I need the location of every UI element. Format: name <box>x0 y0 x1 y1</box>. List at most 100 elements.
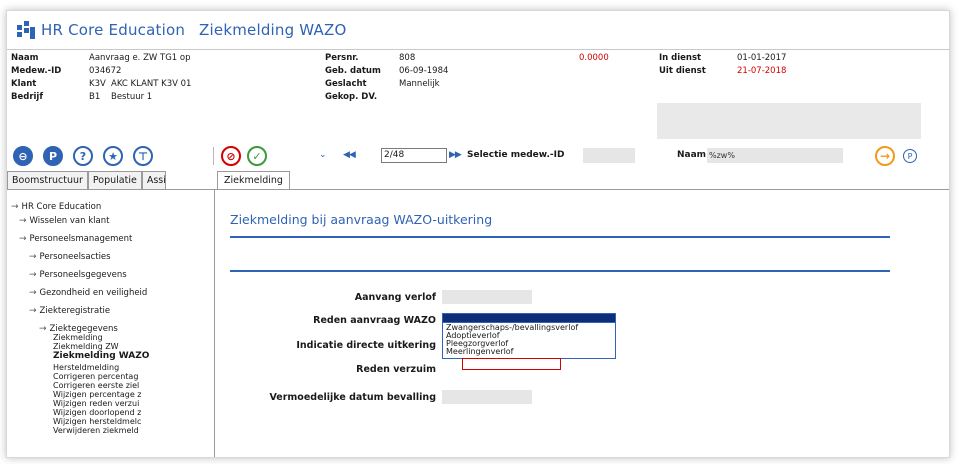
title-divider <box>7 49 949 50</box>
gebdatum-label: Geb. datum <box>325 66 381 76</box>
klant-value: AKC KLANT K3V 01 <box>111 79 192 89</box>
geslacht-label: Geslacht <box>325 79 367 89</box>
arrow-icon: → <box>19 216 27 226</box>
persnr-value: 808 <box>399 53 416 63</box>
tab-ziekmelding[interactable]: Ziekmelding <box>217 171 290 189</box>
tree-root-label: HR Core Education <box>21 202 102 212</box>
tree-leaf-active[interactable]: Ziekmelding WAZO <box>53 352 149 361</box>
app-window: HR Core Education Ziekmelding WAZO Naam A… <box>6 10 950 458</box>
arrow-icon: → <box>29 288 37 298</box>
tree-item-personeelsmanagement[interactable]: → Personeelsmanagement <box>19 234 132 244</box>
naam-filter-input[interactable]: %zw% <box>707 148 843 163</box>
bedrijf-code: B1 <box>89 92 101 102</box>
tree-item-label: Gezondheid en veiligheid <box>39 288 148 298</box>
tree-leaf[interactable]: Wijzigen reden verzui <box>53 399 139 408</box>
indienst-label: In dienst <box>659 53 702 63</box>
arrow-icon: → <box>29 270 37 280</box>
vermoedelijke-input[interactable] <box>442 390 532 404</box>
reden-verzuim-label: Reden verzuim <box>356 364 436 375</box>
header-info-panel <box>657 103 921 139</box>
tree-item-wisselen[interactable]: → Wisselen van klant <box>19 216 109 226</box>
next-record-icon[interactable]: ▶▶ <box>449 150 462 160</box>
arrow-icon: → <box>29 306 37 316</box>
form-title: Ziekmelding bij aanvraag WAZO-uitkering <box>230 212 493 227</box>
tree-root[interactable]: → HR Core Education <box>11 202 101 212</box>
highlight-meerlingenverlof <box>462 358 561 370</box>
tree-item-personeelsgegevens[interactable]: → Personeelsgegevens <box>29 270 127 280</box>
geslacht-value: Mannelijk <box>399 79 440 89</box>
employee-header: Naam Aanvraag e. ZW TG1 op Persnr. 808 0… <box>7 53 949 145</box>
tree-item-ziekteregistratie[interactable]: → Ziekteregistratie <box>29 306 110 316</box>
pin-icon[interactable]: P <box>43 146 63 166</box>
tree-leaf[interactable]: Hersteldmelding <box>53 363 119 372</box>
naam-filter-label: Naam <box>677 150 707 160</box>
tree-item-label: Ziekteregistratie <box>39 306 111 316</box>
medew-label: Medew.-ID <box>11 66 62 76</box>
pin-small-icon[interactable]: P <box>903 149 917 163</box>
arrow-icon: → <box>39 324 47 334</box>
back-icon[interactable]: ⊖ <box>13 146 33 166</box>
naam-value: Aanvraag e. ZW TG1 op <box>89 53 191 63</box>
left-tabs: Boomstructuur Populatie Assi <box>7 171 217 189</box>
indienst-value: 01-01-2017 <box>737 53 787 63</box>
tab-assi[interactable]: Assi <box>141 171 166 189</box>
bedrijf-label: Bedrijf <box>11 92 44 102</box>
arrow-icon: → <box>11 202 19 212</box>
klant-label: Klant <box>11 79 37 89</box>
app-title: HR Core Education Ziekmelding WAZO <box>41 21 346 39</box>
form-panel: Ziekmelding bij aanvraag WAZO-uitkering … <box>216 190 949 457</box>
naam-label: Naam <box>11 53 39 63</box>
selectie-input[interactable] <box>583 148 635 163</box>
chevron-down-icon[interactable]: ⌄ <box>319 150 326 160</box>
medew-value: 034672 <box>89 66 122 76</box>
title-bar: HR Core Education Ziekmelding WAZO <box>7 11 949 49</box>
tree-leaf[interactable]: Wijzigen doorlopend z <box>53 408 141 417</box>
app-logo-icon <box>17 21 35 39</box>
gekop-label: Gekop. DV. <box>325 92 378 102</box>
tree-leaf[interactable]: Corrigeren eerste ziel <box>53 381 139 390</box>
bedrijf-value: Bestuur 1 <box>111 92 153 102</box>
go-arrow-icon[interactable]: → <box>875 146 895 166</box>
toolbar-divider <box>213 147 214 165</box>
tree-item-gezondheid[interactable]: → Gezondheid en veiligheid <box>29 288 147 298</box>
cancel-icon[interactable]: ⊘ <box>221 146 241 166</box>
title-underline <box>230 236 890 238</box>
toolbar: ⊖ P ? ★ ⊤ ⊘ ✓ ⌄ ◀◀ 2/48 ▶▶ Selectie mede… <box>7 143 949 169</box>
amount-value: 0.0000 <box>579 53 609 63</box>
filter-icon[interactable]: ⊤ <box>133 146 153 166</box>
uitdienst-label: Uit dienst <box>659 66 706 76</box>
tree-item-label: Personeelsmanagement <box>29 234 133 244</box>
section-divider <box>230 270 890 272</box>
indicatie-label: Indicatie directe uitkering <box>296 340 436 351</box>
tree-leaf[interactable]: Ziekmelding <box>53 333 103 342</box>
klant-code: K3V <box>89 79 106 89</box>
tree-leaf[interactable]: Verwijderen ziekmeld <box>53 426 139 435</box>
tree-item-label: Personeelsacties <box>39 252 111 262</box>
reden-aanvraag-label: Reden aanvraag WAZO <box>313 315 436 326</box>
tree-item-label: Wisselen van klant <box>29 216 110 226</box>
record-number-input[interactable]: 2/48 <box>381 148 447 163</box>
tree-leaf[interactable]: Wijzigen hersteldmelc <box>53 417 141 426</box>
favorite-icon[interactable]: ★ <box>103 146 123 166</box>
tree-leaf[interactable]: Corrigeren percentag <box>53 372 138 381</box>
help-icon[interactable]: ? <box>73 146 93 166</box>
option-meerlingenverlof[interactable]: Meerlingenverlof <box>446 348 514 356</box>
aanvang-label: Aanvang verlof <box>354 292 436 303</box>
tab-boomstructuur[interactable]: Boomstructuur <box>7 171 88 189</box>
selectie-label: Selectie medew.-ID <box>467 150 565 160</box>
confirm-icon[interactable]: ✓ <box>247 146 267 166</box>
first-record-icon[interactable]: ◀◀ <box>343 150 356 160</box>
tree-item-label: Personeelsgegevens <box>39 270 127 280</box>
persnr-label: Persnr. <box>325 53 359 63</box>
tree-item-personeelsacties[interactable]: → Personeelsacties <box>29 252 111 262</box>
arrow-icon: → <box>29 252 37 262</box>
tree-leaf[interactable]: Wijzigen percentage z <box>53 390 142 399</box>
aanvang-input[interactable] <box>442 290 532 304</box>
tab-populatie[interactable]: Populatie <box>87 171 142 189</box>
gebdatum-value: 06-09-1984 <box>399 66 449 76</box>
arrow-icon: → <box>19 234 27 244</box>
tree-leaf[interactable]: Ziekmelding ZW <box>53 342 119 351</box>
screen-name: Ziekmelding WAZO <box>199 21 347 39</box>
reden-aanvraag-select[interactable] <box>442 313 616 323</box>
app-name: HR Core Education <box>41 21 186 39</box>
